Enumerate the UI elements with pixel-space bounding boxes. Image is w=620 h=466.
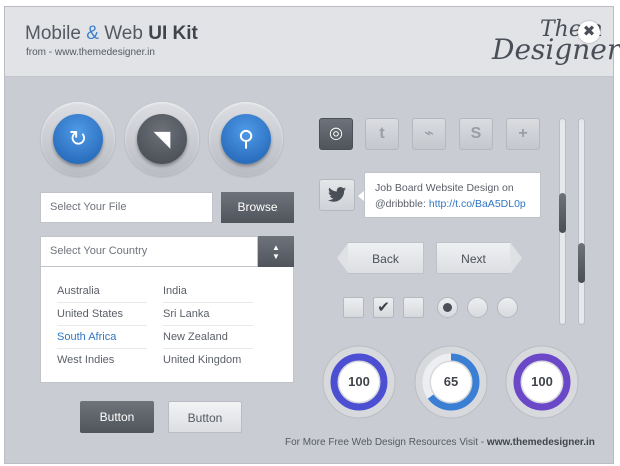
twitter-button[interactable]: t — [365, 118, 399, 150]
twitter-bird-icon — [328, 187, 346, 202]
file-input[interactable]: Select Your File — [40, 192, 213, 223]
country-option-selected[interactable]: South Africa — [57, 326, 147, 349]
skype-button[interactable]: S — [459, 118, 493, 150]
country-option[interactable]: Australia — [57, 280, 147, 303]
dribbble-button[interactable]: ◎ — [319, 118, 353, 150]
radio-unselected[interactable] — [467, 297, 488, 318]
vertical-slider[interactable] — [578, 118, 585, 325]
rss-button[interactable]: ⌁ — [412, 118, 446, 150]
gauge-value: 65 — [443, 374, 459, 389]
announce-button[interactable]: ◥ — [125, 102, 199, 176]
vertical-slider[interactable] — [559, 118, 566, 325]
light-button[interactable]: Button — [168, 401, 242, 433]
tweet-link[interactable]: http://t.co/BaA5DL0p — [429, 198, 526, 210]
chevron-up-icon: ▲ — [272, 243, 280, 252]
close-icon[interactable]: ✖ — [578, 21, 600, 43]
dribbble-icon: ◎ — [329, 125, 343, 142]
check-icon: ✔ — [377, 299, 390, 316]
back-button[interactable]: Back — [348, 242, 424, 274]
country-select-toggle[interactable]: ▲ ▼ — [258, 236, 294, 267]
rss-icon: ⌁ — [424, 125, 434, 142]
plus-icon: + — [518, 125, 528, 142]
footer-text: For More Free Web Design Resources Visit… — [285, 437, 595, 448]
page-subtitle: from - www.themedesigner.in — [26, 47, 155, 58]
chevron-down-icon: ▼ — [272, 252, 280, 261]
next-arrow-tip — [510, 242, 522, 274]
add-button[interactable]: + — [506, 118, 540, 150]
tweet-text: Job Board Website Design on — [375, 182, 514, 194]
megaphone-icon: ◥ — [137, 114, 187, 164]
header: Mobile & Web UI Kit from - www.themedesi… — [5, 7, 620, 77]
search-button[interactable]: ⚲ — [209, 102, 283, 176]
footer-link[interactable]: www.themedesigner.in — [487, 437, 595, 448]
progress-gauge: 65 — [414, 345, 488, 419]
skype-icon: S — [470, 125, 482, 142]
tweet-card: Job Board Website Design on @dribbble: h… — [364, 172, 541, 218]
country-option[interactable]: Sri Lanka — [163, 303, 253, 326]
country-option[interactable]: India — [163, 280, 253, 303]
progress-gauge: 100 — [505, 345, 579, 419]
country-option[interactable]: New Zealand — [163, 326, 253, 349]
gauge-value: 100 — [348, 374, 370, 389]
tweet-handle: @dribbble: — [375, 198, 429, 210]
dark-button[interactable]: Button — [80, 401, 154, 433]
refresh-button[interactable]: ↻ — [41, 102, 115, 176]
country-option[interactable]: West Indies — [57, 349, 147, 372]
checkbox-unchecked[interactable] — [403, 297, 424, 318]
radio-selected[interactable] — [437, 297, 458, 318]
ui-kit-frame: Mobile & Web UI Kit from - www.themedesi… — [4, 6, 620, 464]
twitter-bird-button[interactable] — [319, 179, 355, 211]
next-button[interactable]: Next — [436, 242, 510, 274]
logo-line-2: Designer — [492, 33, 620, 66]
checkbox-checked[interactable]: ✔ — [373, 297, 394, 318]
twitter-icon: t — [379, 125, 385, 142]
country-option[interactable]: United Kingdom — [163, 349, 253, 372]
page-title: Mobile & Web UI Kit — [25, 23, 198, 44]
gauge-value: 100 — [531, 374, 553, 389]
progress-gauge: 100 — [322, 345, 396, 419]
refresh-icon: ↻ — [53, 114, 103, 164]
browse-button[interactable]: Browse — [221, 192, 294, 223]
radio-unselected[interactable] — [497, 297, 518, 318]
search-icon: ⚲ — [221, 114, 271, 164]
country-dropdown: Australia United States South Africa Wes… — [40, 267, 294, 383]
slider-thumb[interactable] — [559, 193, 566, 233]
slider-thumb[interactable] — [578, 243, 585, 283]
country-option[interactable]: United States — [57, 303, 147, 326]
country-select[interactable]: Select Your Country — [40, 236, 258, 267]
checkbox-unchecked[interactable] — [343, 297, 364, 318]
